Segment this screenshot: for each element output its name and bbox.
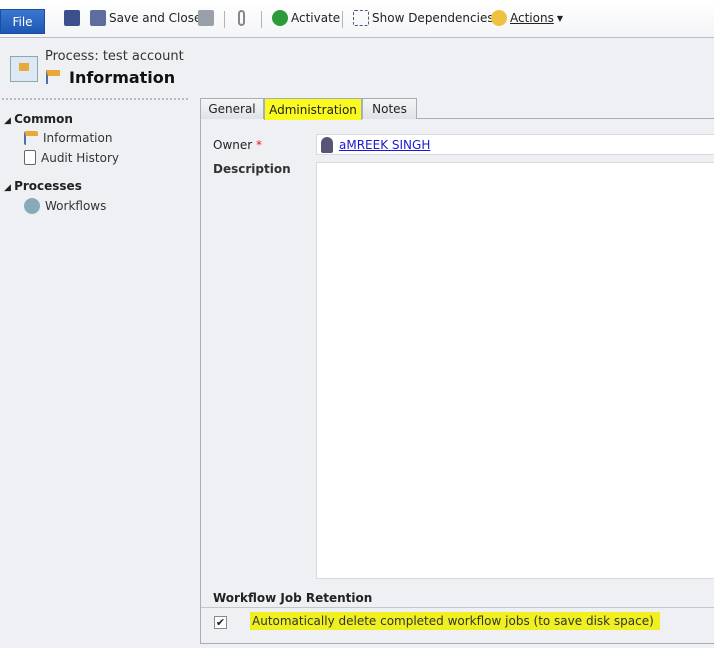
- nav-item-label: Information: [43, 131, 113, 145]
- activate-icon: [272, 10, 288, 26]
- workflows-icon: [24, 198, 40, 214]
- separator: [342, 11, 343, 28]
- user-icon: [321, 136, 333, 153]
- activate-label: Activate: [291, 11, 341, 25]
- divider: [2, 98, 188, 100]
- command-bar: File Save and Close Activate Show Depend…: [0, 0, 714, 38]
- auto-delete-label[interactable]: Automatically delete completed workflow …: [250, 612, 660, 630]
- collapse-icon: ◢: [4, 116, 15, 126]
- attach-icon[interactable]: [238, 10, 245, 26]
- entity-name: Process: test account: [45, 49, 184, 64]
- description-label: Description: [213, 162, 291, 176]
- nav-item-workflows[interactable]: Workflows: [24, 198, 106, 214]
- separator: [224, 11, 225, 28]
- divider: [201, 607, 714, 608]
- section-title: Workflow Job Retention: [213, 591, 373, 605]
- description-textarea[interactable]: [316, 162, 714, 579]
- page-title: Information: [69, 68, 176, 87]
- form-icon: [46, 70, 60, 84]
- nav-item-audit-history[interactable]: Audit History: [24, 150, 119, 165]
- file-button[interactable]: File: [0, 9, 45, 34]
- save-icon[interactable]: [64, 10, 80, 26]
- nav-group-processes[interactable]: ◢ Processes: [4, 179, 82, 193]
- required-icon: *: [256, 138, 263, 152]
- chevron-down-icon: ▼: [556, 13, 563, 23]
- process-icon: [10, 56, 38, 82]
- activate-button[interactable]: Activate: [272, 10, 340, 26]
- save-close-icon: [90, 10, 106, 26]
- dependencies-icon: [353, 10, 369, 26]
- show-dependencies-button[interactable]: Show Dependencies: [353, 10, 494, 26]
- nav-item-label: Workflows: [45, 199, 107, 213]
- auto-delete-checkbox[interactable]: ✔: [214, 616, 227, 629]
- actions-label: Actions: [510, 11, 554, 25]
- tab-administration[interactable]: Administration: [264, 98, 362, 120]
- nav-item-information[interactable]: Information: [24, 131, 112, 145]
- show-dependencies-label: Show Dependencies: [372, 11, 494, 25]
- collapse-icon: ◢: [4, 183, 15, 193]
- save-and-close-button[interactable]: Save and Close: [90, 10, 201, 26]
- page-header: Process: test account Information: [0, 39, 714, 97]
- actions-icon: [491, 10, 507, 26]
- nav-group-common[interactable]: ◢ Common: [4, 112, 73, 126]
- tab-general[interactable]: General: [200, 98, 264, 119]
- form-panel: Owner * aMREEK SINGH Description Workflo…: [200, 118, 714, 644]
- information-icon: [24, 131, 38, 145]
- print-icon[interactable]: [198, 10, 214, 26]
- owner-label-text: Owner: [213, 138, 253, 152]
- owner-label: Owner *: [213, 138, 262, 152]
- tab-notes[interactable]: Notes: [362, 98, 417, 119]
- separator: [261, 11, 262, 28]
- nav-group-label: Common: [14, 112, 73, 126]
- left-nav: ◢ Common Information Audit History ◢ Pro…: [0, 98, 190, 648]
- nav-item-label: Audit History: [41, 150, 119, 165]
- actions-button[interactable]: Actions ▼: [491, 10, 563, 26]
- owner-field[interactable]: aMREEK SINGH: [316, 134, 714, 155]
- save-and-close-label: Save and Close: [109, 11, 202, 25]
- owner-link[interactable]: aMREEK SINGH: [339, 138, 430, 152]
- audit-history-icon: [24, 150, 36, 165]
- nav-group-label: Processes: [14, 179, 82, 193]
